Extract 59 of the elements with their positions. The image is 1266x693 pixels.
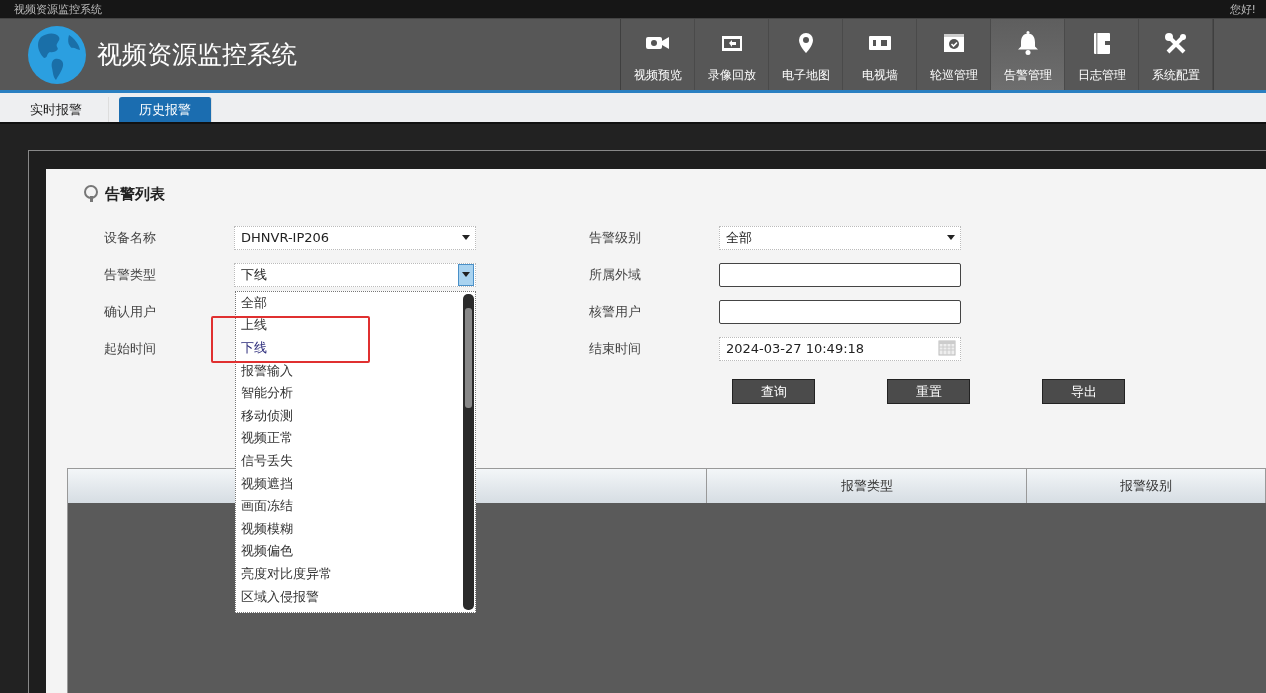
field-label: 核警用户 xyxy=(589,302,642,321)
bell-icon xyxy=(1017,31,1038,55)
field-label: 告警类型 xyxy=(104,265,157,284)
dropdown-option[interactable]: 移动侦测 xyxy=(241,404,462,428)
notebook-icon xyxy=(1093,32,1110,54)
globe-logo xyxy=(27,24,87,85)
nav-item[interactable]: 视频预览 xyxy=(621,19,695,90)
map-pin-icon xyxy=(798,33,813,53)
date-field[interactable]: 2024-03-27 10:49:18 xyxy=(719,336,961,361)
action-button[interactable]: 查询 xyxy=(732,379,815,404)
video-camera-icon xyxy=(646,37,669,49)
app-title: 视频资源监控系统 xyxy=(97,39,297,71)
caret-icon xyxy=(947,235,955,240)
window-title: 视频资源监控系统 xyxy=(14,1,102,17)
tv-wall-icon xyxy=(868,36,891,50)
field-label: 所属外域 xyxy=(589,265,642,284)
nav-item[interactable]: 电子地图 xyxy=(769,19,843,90)
dropdown-option[interactable]: 下线 xyxy=(241,336,462,360)
dropdown-option[interactable]: 视频遮挡 xyxy=(241,472,462,495)
dropdown-option[interactable]: 视频模糊 xyxy=(241,517,462,541)
nav-item[interactable]: 日志管理 xyxy=(1065,19,1139,90)
dropdown-option[interactable]: 画面冻结 xyxy=(241,494,462,518)
nav-item[interactable]: 告警管理 xyxy=(991,19,1065,90)
field-label: 确认用户 xyxy=(104,302,157,321)
checkmark-window-icon xyxy=(943,34,964,52)
select-field[interactable]: 全部 xyxy=(719,225,961,250)
dropdown-option[interactable]: 区域入侵报警 xyxy=(241,585,462,608)
column-header: 报警类型 xyxy=(707,469,1027,503)
action-button[interactable]: 重置 xyxy=(887,379,970,404)
field-label: 告警级别 xyxy=(589,228,642,247)
input-field[interactable] xyxy=(719,299,961,324)
input-field[interactable] xyxy=(719,262,961,287)
field-label: 起始时间 xyxy=(104,339,157,358)
caret-icon xyxy=(462,272,470,277)
field-label: 设备名称 xyxy=(104,228,157,247)
caret-icon xyxy=(462,235,470,240)
tab[interactable]: 实时报警 xyxy=(4,97,109,122)
dropdown-option[interactable]: 报警输入 xyxy=(241,359,462,382)
dropdown-option[interactable]: 上线 xyxy=(241,314,462,337)
playback-icon xyxy=(721,35,742,51)
action-button[interactable]: 导出 xyxy=(1042,379,1125,404)
tab[interactable]: 历史报警 xyxy=(119,97,212,122)
dropdown-option[interactable]: 智能分析 xyxy=(241,381,462,405)
dropdown-option[interactable]: 视频偏色 xyxy=(241,540,462,563)
dropdown-option[interactable]: 信号丢失 xyxy=(241,449,462,473)
panel-title: 告警列表 xyxy=(105,184,165,204)
alarm-list-icon xyxy=(83,185,99,203)
dropdown-option[interactable]: 视频正常 xyxy=(241,427,462,450)
scrollbar[interactable] xyxy=(463,293,474,610)
nav-item[interactable]: 录像回放 xyxy=(695,19,769,90)
column-header: 报警级别 xyxy=(1027,469,1266,503)
greeting-text: 您好! xyxy=(1229,1,1256,17)
field-label: 结束时间 xyxy=(589,339,642,358)
select-field[interactable]: DHNVR-IP206 xyxy=(234,225,476,250)
dropdown-option[interactable]: 全部 xyxy=(241,291,462,315)
tools-icon xyxy=(1165,32,1186,54)
nav-item[interactable]: 系统配置 xyxy=(1139,19,1213,90)
nav-item[interactable]: 电视墙 xyxy=(843,19,917,90)
dropdown-option[interactable]: 亮度对比度异常 xyxy=(241,562,462,586)
